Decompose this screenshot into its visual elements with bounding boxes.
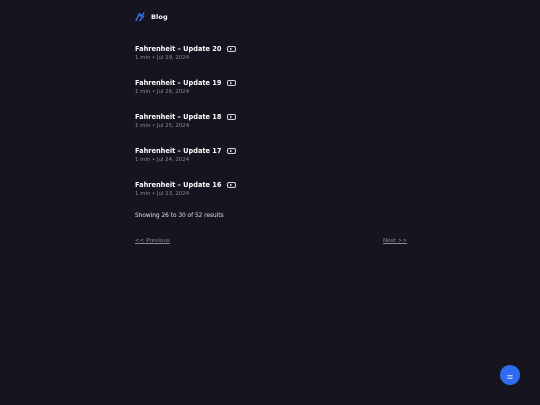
post-title[interactable]: Fahrenheit – Update 16 (135, 181, 222, 189)
video-play-icon (226, 80, 236, 86)
chat-icon (506, 366, 514, 385)
post-list: Fahrenheit – Update 20 1 min • Jul 29, 2… (135, 44, 415, 214)
post-meta: 1 min • Jul 23, 2024 (135, 191, 190, 197)
video-play-icon (226, 46, 236, 52)
next-page-link[interactable]: Next >> (383, 238, 407, 244)
post-item[interactable]: Fahrenheit – Update 20 1 min • Jul 29, 2… (135, 44, 415, 78)
post-title[interactable]: Fahrenheit – Update 19 (135, 79, 222, 87)
post-item[interactable]: Fahrenheit – Update 18 1 min • Jul 25, 2… (135, 112, 415, 146)
results-count: Showing 26 to 30 of 52 results (135, 213, 224, 219)
site-header: Blog (135, 12, 168, 22)
post-item[interactable]: Fahrenheit – Update 16 1 min • Jul 23, 2… (135, 180, 415, 214)
post-meta: 1 min • Jul 29, 2024 (135, 55, 190, 61)
post-title[interactable]: Fahrenheit – Update 18 (135, 113, 222, 121)
logo-icon[interactable] (135, 12, 145, 22)
chat-button[interactable] (500, 365, 520, 385)
post-title[interactable]: Fahrenheit – Update 17 (135, 147, 222, 155)
post-item[interactable]: Fahrenheit – Update 19 1 min • Jul 26, 2… (135, 78, 415, 112)
page: Blog Fahrenheit – Update 20 1 min • Jul … (0, 0, 540, 405)
video-play-icon (226, 114, 236, 120)
post-meta: 1 min • Jul 25, 2024 (135, 123, 190, 129)
post-item[interactable]: Fahrenheit – Update 17 1 min • Jul 24, 2… (135, 146, 415, 180)
post-title[interactable]: Fahrenheit – Update 20 (135, 45, 222, 53)
brand-title[interactable]: Blog (151, 13, 168, 21)
previous-page-link[interactable]: << Previous (135, 238, 170, 244)
video-play-icon (226, 182, 236, 188)
post-meta: 1 min • Jul 26, 2024 (135, 89, 190, 95)
post-meta: 1 min • Jul 24, 2024 (135, 157, 190, 163)
video-play-icon (226, 148, 236, 154)
